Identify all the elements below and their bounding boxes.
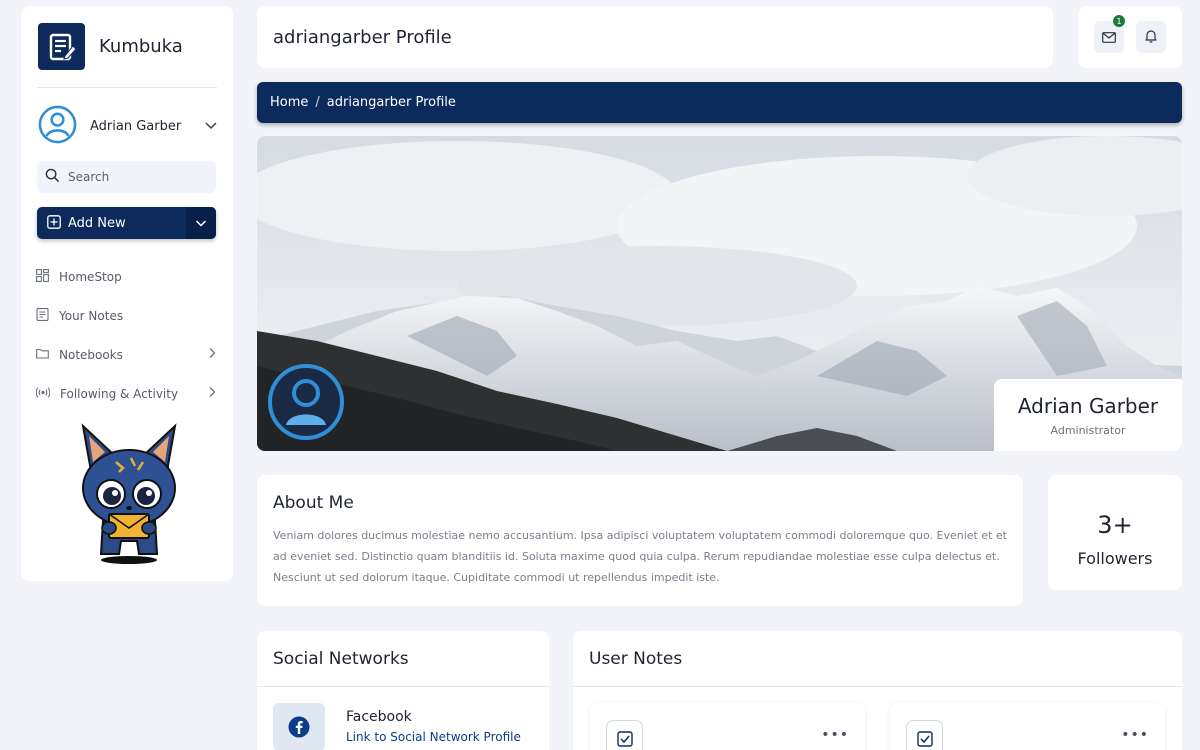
add-new-dropdown-toggle[interactable] bbox=[186, 207, 216, 239]
sidebar-item-label: Your Notes bbox=[59, 308, 124, 323]
user-avatar-icon bbox=[38, 105, 77, 148]
user-menu[interactable]: Adrian Garber bbox=[38, 105, 218, 148]
more-options-icon[interactable]: ••• bbox=[1121, 727, 1149, 743]
followers-label: Followers bbox=[1077, 549, 1153, 568]
add-new-main[interactable]: Add New bbox=[37, 207, 186, 239]
add-new-button[interactable]: Add New bbox=[37, 207, 216, 239]
profile-name-card: Adrian Garber Administrator bbox=[994, 379, 1182, 451]
about-title: About Me bbox=[273, 493, 354, 513]
mail-icon bbox=[1102, 28, 1116, 47]
sidebar-item-homestop[interactable]: HomeStop bbox=[36, 257, 218, 296]
search-icon bbox=[45, 168, 60, 187]
sidebar-item-label: HomeStop bbox=[59, 269, 122, 284]
page-header: adriangarber Profile bbox=[257, 6, 1053, 68]
breadcrumb-home-link[interactable]: Home bbox=[270, 95, 308, 110]
notifications-button[interactable] bbox=[1136, 21, 1166, 53]
social-network-link[interactable]: Link to Social Network Profile bbox=[346, 730, 521, 744]
social-networks-card: Social Networks Facebook Link to Social … bbox=[257, 631, 549, 750]
notes-logo-icon bbox=[38, 23, 85, 70]
search-box[interactable] bbox=[37, 161, 216, 193]
message-count-badge: 1 bbox=[1113, 15, 1125, 27]
profile-avatar[interactable] bbox=[267, 363, 345, 441]
chevron-down-icon[interactable] bbox=[204, 117, 218, 136]
broadcast-icon bbox=[35, 386, 51, 402]
sidebar-item-notebooks[interactable]: Notebooks bbox=[36, 335, 218, 374]
social-network-name: Facebook bbox=[346, 709, 412, 725]
messages-button[interactable]: 1 bbox=[1094, 15, 1125, 53]
breadcrumb-separator: / bbox=[315, 95, 320, 110]
followers-card[interactable]: 3+ Followers bbox=[1048, 475, 1182, 590]
chevron-down-icon bbox=[195, 214, 207, 233]
more-options-icon[interactable]: ••• bbox=[821, 727, 849, 743]
sidebar-item-label: Following & Activity bbox=[60, 386, 179, 401]
chevron-right-icon bbox=[206, 347, 218, 362]
followers-count: 3+ bbox=[1097, 511, 1133, 539]
header-actions: 1 bbox=[1078, 6, 1182, 68]
breadcrumb: Home / adriangarber Profile bbox=[257, 82, 1182, 123]
user-notes-title: User Notes bbox=[573, 631, 1182, 687]
chevron-right-icon bbox=[206, 386, 218, 401]
sidebar-item-label: Notebooks bbox=[59, 347, 123, 362]
sidebar-item-following-activity[interactable]: Following & Activity bbox=[35, 374, 218, 413]
sidebar: Kumbuka Adrian Garber Add New bbox=[21, 6, 233, 581]
brand[interactable]: Kumbuka bbox=[38, 23, 183, 70]
brand-name: Kumbuka bbox=[99, 36, 183, 57]
note-icon bbox=[36, 307, 49, 324]
checkbox-note-icon bbox=[906, 720, 943, 750]
checkbox-note-icon bbox=[606, 720, 643, 750]
plus-square-icon bbox=[47, 214, 61, 233]
user-avatar-icon bbox=[267, 363, 345, 441]
note-card[interactable]: ••• bbox=[890, 703, 1165, 750]
about-text: Veniam dolores ducimus molestiae nemo ac… bbox=[273, 529, 1007, 584]
mascot-illustration bbox=[61, 416, 196, 570]
sidebar-nav: HomeStop Your Notes Notebooks Following … bbox=[35, 257, 218, 413]
user-name: Adrian Garber bbox=[90, 119, 182, 134]
facebook-icon bbox=[273, 703, 325, 750]
profile-cover: Adrian Garber Administrator bbox=[257, 136, 1182, 451]
page-title: adriangarber Profile bbox=[273, 26, 452, 48]
user-notes-card: User Notes ••• ••• bbox=[573, 631, 1182, 750]
add-new-label: Add New bbox=[68, 215, 126, 231]
bell-icon bbox=[1145, 28, 1157, 47]
sidebar-item-your-notes[interactable]: Your Notes bbox=[36, 296, 218, 335]
search-input[interactable] bbox=[68, 170, 208, 184]
folder-icon bbox=[36, 347, 49, 363]
divider bbox=[37, 87, 217, 88]
profile-role: Administrator bbox=[1050, 424, 1126, 437]
grid-icon bbox=[36, 268, 49, 285]
social-item-text: Facebook Link to Social Network Profile bbox=[346, 703, 521, 750]
about-me-card: About Me Veniam dolores ducimus molestia… bbox=[257, 475, 1023, 606]
social-networks-title: Social Networks bbox=[257, 631, 549, 687]
breadcrumb-current: adriangarber Profile bbox=[326, 95, 456, 110]
social-item-facebook: Facebook Link to Social Network Profile bbox=[257, 687, 549, 750]
profile-name: Adrian Garber bbox=[1017, 394, 1159, 418]
note-card[interactable]: ••• bbox=[590, 703, 865, 750]
